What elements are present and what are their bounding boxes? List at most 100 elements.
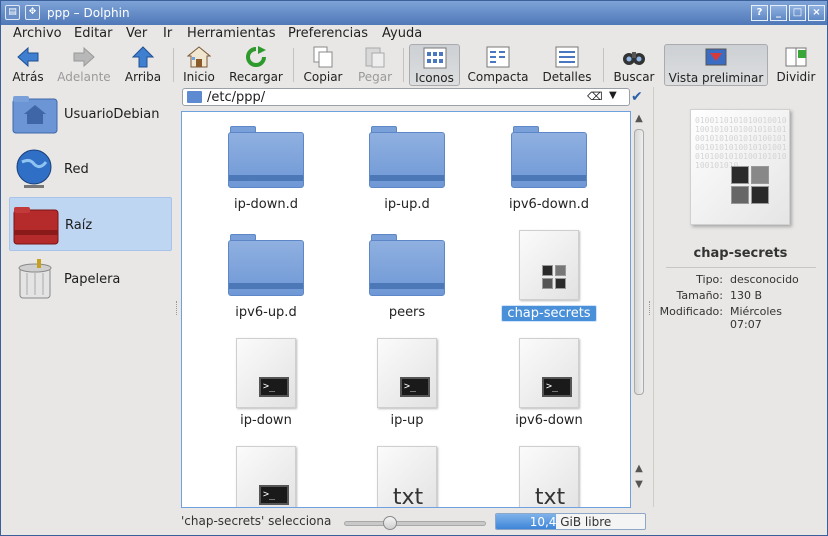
zoom-slider-handle[interactable] [383,516,397,530]
status-message: 'chap-secrets' seleccionado [181,514,331,528]
place-raiz[interactable]: Raíz [9,197,172,251]
title-bar[interactable]: ▤ ✥ ppp – Dolphin ? _ □ × [1,1,827,25]
place-red[interactable]: Red [9,142,172,196]
maximize-button[interactable]: □ [789,5,806,21]
scroll-up-icon[interactable]: ▲ [633,113,645,124]
menu-preferencias[interactable]: Preferencias [288,26,368,41]
information-panel: 0100110101010010010100101010100101010100… [653,87,826,507]
text-file-icon: txt [369,446,445,507]
menu-ir[interactable]: Ir [163,26,172,41]
folder-icon [369,122,445,192]
reload-button[interactable]: Recargar [227,44,285,86]
home-icon [187,46,211,68]
toolbar-separator [403,48,404,82]
arrow-left-icon [17,46,39,68]
copy-icon [313,46,333,68]
arrow-right-icon [73,46,95,68]
file-item[interactable]: >_ ip-down [202,332,330,432]
icons-view-button[interactable]: Iconos [409,44,460,86]
text-file-icon: txt [511,446,587,507]
file-item[interactable]: >_ ip-up [343,332,471,432]
script-file-icon: >_ [228,338,304,408]
window-title: ppp – Dolphin [47,6,130,20]
reload-icon [246,46,266,67]
copy-button[interactable]: Copiar [301,44,345,86]
preview-button[interactable]: Vista preliminar [664,44,768,86]
scroll-down-icon[interactable]: ▼ [633,479,645,490]
menu-ver[interactable]: Ver [126,26,147,41]
file-item[interactable]: >_ ipv6-down [485,332,613,432]
info-filename: chap-secrets [693,246,788,261]
location-path: /etc/ppp/ [207,90,266,105]
folder-icon [369,230,445,300]
toolbar-separator [293,48,294,82]
details-view-icon [555,46,579,68]
file-item[interactable]: >_ [202,440,330,507]
network-globe-icon [16,149,52,188]
trash-icon [18,259,52,299]
left-splitter[interactable] [176,301,179,315]
folder-icon [187,91,202,103]
root-folder-icon [13,207,59,245]
vertical-scrollbar[interactable]: ▲ ▲ ▼ [631,111,647,508]
compact-view-icon [486,46,510,68]
menu-ayuda[interactable]: Ayuda [382,26,422,41]
file-item[interactable]: ipv6-down.d [485,116,613,216]
forward-button[interactable]: Adelante [55,44,113,86]
details-view-button[interactable]: Detalles [539,44,595,86]
menu-editar[interactable]: Editar [74,26,113,41]
dolphin-window: ▤ ✥ ppp – Dolphin ? _ □ × Archivo Editar… [0,0,828,536]
search-button[interactable]: Buscar [609,44,659,86]
zoom-slider[interactable] [344,516,486,530]
toolbar: Atrás Adelante Arriba Inicio Recargar Co… [1,44,827,86]
arrow-up-icon [131,46,155,68]
location-bar[interactable]: /etc/ppp/ ⌫ ▼ [182,88,630,106]
scroll-up-icon[interactable]: ▲ [633,463,645,474]
file-view[interactable]: ip-down.d ip-up.d ipv6-down.d ipv6-up.d … [181,111,631,508]
scroll-thumb[interactable] [634,129,644,395]
place-usuariodebian[interactable]: UsuarioDebian [9,87,172,141]
info-divider [666,267,816,268]
paste-button[interactable]: Pegar [353,44,397,86]
file-item[interactable]: ipv6-up.d [202,224,330,324]
folder-icon [228,230,304,300]
back-button[interactable]: Atrás [7,44,49,86]
script-file-icon: >_ [511,338,587,408]
menu-herramientas[interactable]: Herramientas [187,26,276,41]
confirm-location-icon[interactable]: ✔ [631,89,643,105]
places-panel: UsuarioDebian Red Raíz Papelera [7,87,174,507]
split-view-icon [785,47,807,67]
user-home-folder-icon [12,96,58,134]
file-item[interactable]: ip-down.d [202,116,330,216]
minimize-button[interactable]: _ [770,5,787,21]
menu-bar: Archivo Editar Ver Ir Herramientas Prefe… [1,25,827,44]
compact-view-button[interactable]: Compacta [467,44,529,86]
script-file-icon: >_ [369,338,445,408]
script-file-icon: >_ [228,446,304,507]
home-button[interactable]: Inicio [179,44,219,86]
unknown-file-icon [731,166,771,206]
file-item[interactable]: txt [343,440,471,507]
status-bar: 'chap-secrets' seleccionado 10,4 GiB lib… [1,510,827,535]
pin-icon[interactable]: ✥ [25,5,40,20]
right-splitter[interactable] [649,301,652,315]
file-item[interactable]: txt [485,440,613,507]
close-button[interactable]: × [808,5,825,21]
file-item-selected[interactable]: chap-secrets [485,224,613,324]
clear-location-icon[interactable]: ⌫ [587,90,603,103]
icons-view-icon [423,47,446,69]
toolbar-separator [173,48,174,82]
window-menu-icon[interactable]: ▤ [5,5,20,20]
unknown-file-icon [511,230,587,300]
file-preview: 0100110101010010010100101010100101010100… [690,109,790,225]
free-space-suffix: GiB libre [556,515,612,529]
free-space-indicator[interactable]: 10,4 GiB libre [495,513,646,530]
help-button[interactable]: ? [751,5,768,21]
place-papelera[interactable]: Papelera [9,252,172,306]
up-button[interactable]: Arriba [121,44,165,86]
location-dropdown-icon[interactable]: ▼ [609,90,617,101]
file-item[interactable]: ip-up.d [343,116,471,216]
file-item[interactable]: peers [343,224,471,324]
split-button[interactable]: Dividir [774,44,818,86]
menu-archivo[interactable]: Archivo [13,26,62,41]
